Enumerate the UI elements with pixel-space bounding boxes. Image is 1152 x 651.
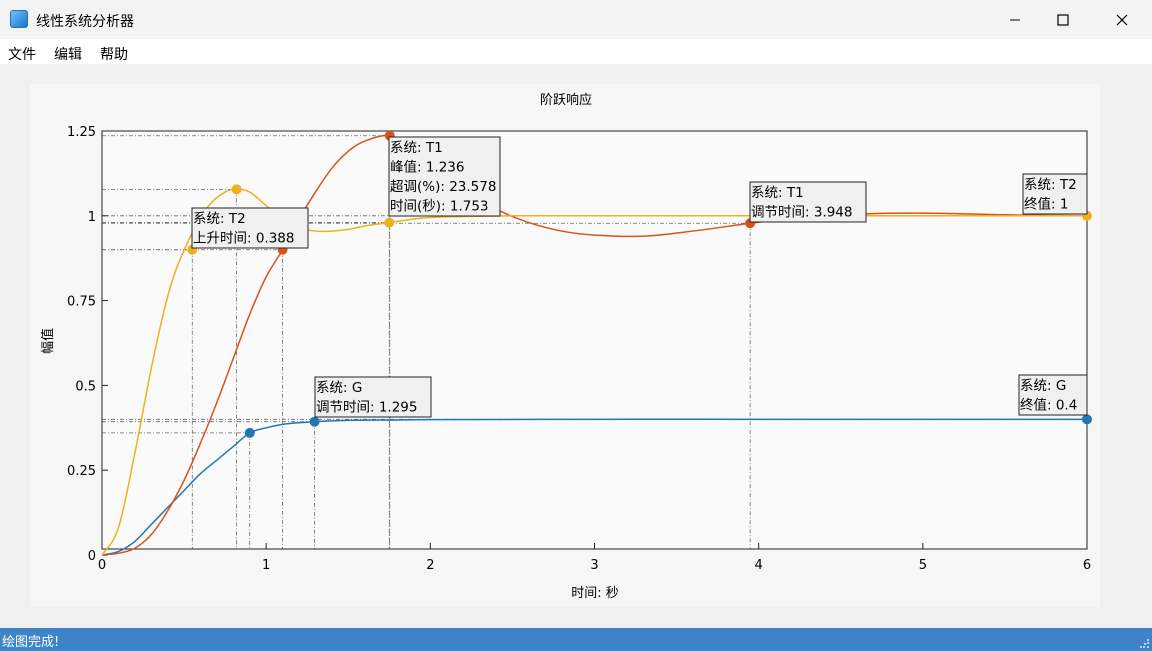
datatip-text: 调节时间: 3.948 bbox=[751, 205, 853, 221]
y-axis-label: 幅值 bbox=[40, 328, 56, 354]
datatip-text: 系统: T2 bbox=[1024, 177, 1077, 193]
y-tick-label: 0 bbox=[88, 549, 96, 564]
x-tick-label: 2 bbox=[426, 558, 434, 573]
x-tick-label: 1 bbox=[262, 558, 270, 573]
datatip-text: 调节时间: 1.295 bbox=[316, 400, 418, 416]
data-marker-G[interactable] bbox=[309, 416, 320, 427]
resize-grip-icon[interactable] bbox=[1140, 639, 1150, 649]
datatip-text: 系统: T1 bbox=[751, 185, 804, 201]
y-tick-label: 0.75 bbox=[67, 295, 96, 310]
datatip-text: 峰值: 1.236 bbox=[390, 160, 465, 176]
status-bar: 绘图完成! bbox=[0, 628, 1152, 651]
data-marker-G[interactable] bbox=[1082, 414, 1092, 425]
step-response-chart[interactable]: 阶跃响应 时间: 秒 幅值 0 1 2 3 4 5 6 0 0.25 0.5 0.75 1 1.25 系统… bbox=[0, 0, 1152, 651]
x-tick-label: 3 bbox=[590, 558, 598, 573]
y-tick-label: 1.25 bbox=[67, 125, 96, 140]
datatip-text: 系统: T1 bbox=[390, 140, 443, 156]
status-text: 绘图完成! bbox=[2, 635, 60, 650]
datatip-text: 超调(%): 23.578 bbox=[390, 179, 496, 195]
x-tick-label: 6 bbox=[1083, 558, 1091, 573]
x-tick-label: 0 bbox=[98, 558, 106, 573]
chart-title: 阶跃响应 bbox=[540, 92, 592, 108]
y-tick-label: 0.25 bbox=[67, 464, 96, 479]
datatip-text: 时间(秒): 1.753 bbox=[390, 199, 489, 215]
data-marker-G[interactable] bbox=[244, 427, 255, 438]
datatip-text: 系统: G bbox=[1020, 378, 1066, 394]
data-marker-T2[interactable] bbox=[384, 217, 395, 228]
x-tick-label: 5 bbox=[919, 558, 927, 573]
datatip-text: 上升时间: 0.388 bbox=[193, 231, 295, 247]
app-window: 线性系统分析器 文件 编辑 帮助 阶跃响应 时间: 秒 幅值 012345600… bbox=[0, 0, 1152, 651]
datatip-text: 系统: G bbox=[316, 380, 362, 396]
data-marker-T2[interactable] bbox=[231, 184, 242, 195]
datatip-text: 系统: T2 bbox=[193, 211, 246, 227]
x-axis-label: 时间: 秒 bbox=[571, 586, 619, 601]
y-tick-label: 1 bbox=[88, 210, 96, 225]
datatip-text: 终值: 1 bbox=[1024, 197, 1068, 213]
plot-area bbox=[102, 131, 1087, 549]
datatip-text: 终值: 0.4 bbox=[1020, 398, 1077, 414]
y-tick-label: 0.5 bbox=[75, 379, 96, 394]
x-tick-label: 4 bbox=[755, 558, 763, 573]
